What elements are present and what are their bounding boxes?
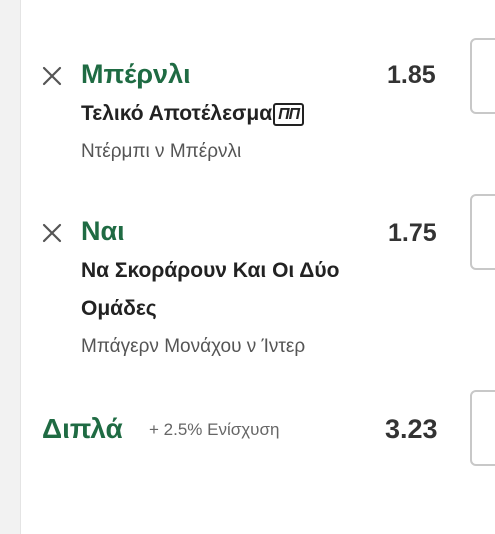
market-badge: ΠΠ — [273, 103, 305, 126]
selection-2-name: Ναι — [81, 216, 125, 246]
double-stake-input[interactable] — [470, 390, 495, 466]
selection-2-market-line-2: Ομάδες — [81, 297, 157, 320]
selection-1-match: Ντέρμπι ν Μπέρνλι — [81, 141, 242, 162]
selection-2-stake-input[interactable] — [470, 194, 495, 270]
selection-2-match: Μπάγερν Μονάχου ν Ίντερ — [81, 336, 306, 357]
selection-1-name: Μπέρνλι — [81, 59, 191, 89]
close-icon — [42, 223, 62, 243]
remove-selection-1-button[interactable] — [40, 64, 64, 88]
selection-2-odds: 1.75 — [388, 219, 437, 247]
selection-1-market-label: Τελικό Αποτέλεσμα — [81, 102, 273, 125]
selection-1-stake-input[interactable] — [470, 38, 495, 114]
boost-label: + 2.5% Ενίσχυση — [149, 420, 280, 439]
selection-1-market: Τελικό Αποτέλεσμα ΠΠ — [81, 102, 305, 126]
selection-2-market-line-1: Να Σκοράρουν Και Οι Δύο — [81, 259, 340, 282]
remove-selection-2-button[interactable] — [40, 221, 64, 245]
close-icon — [42, 66, 62, 86]
selection-1-odds: 1.85 — [387, 61, 436, 89]
double-odds: 3.23 — [385, 414, 438, 444]
double-label: Διπλά — [42, 413, 123, 444]
